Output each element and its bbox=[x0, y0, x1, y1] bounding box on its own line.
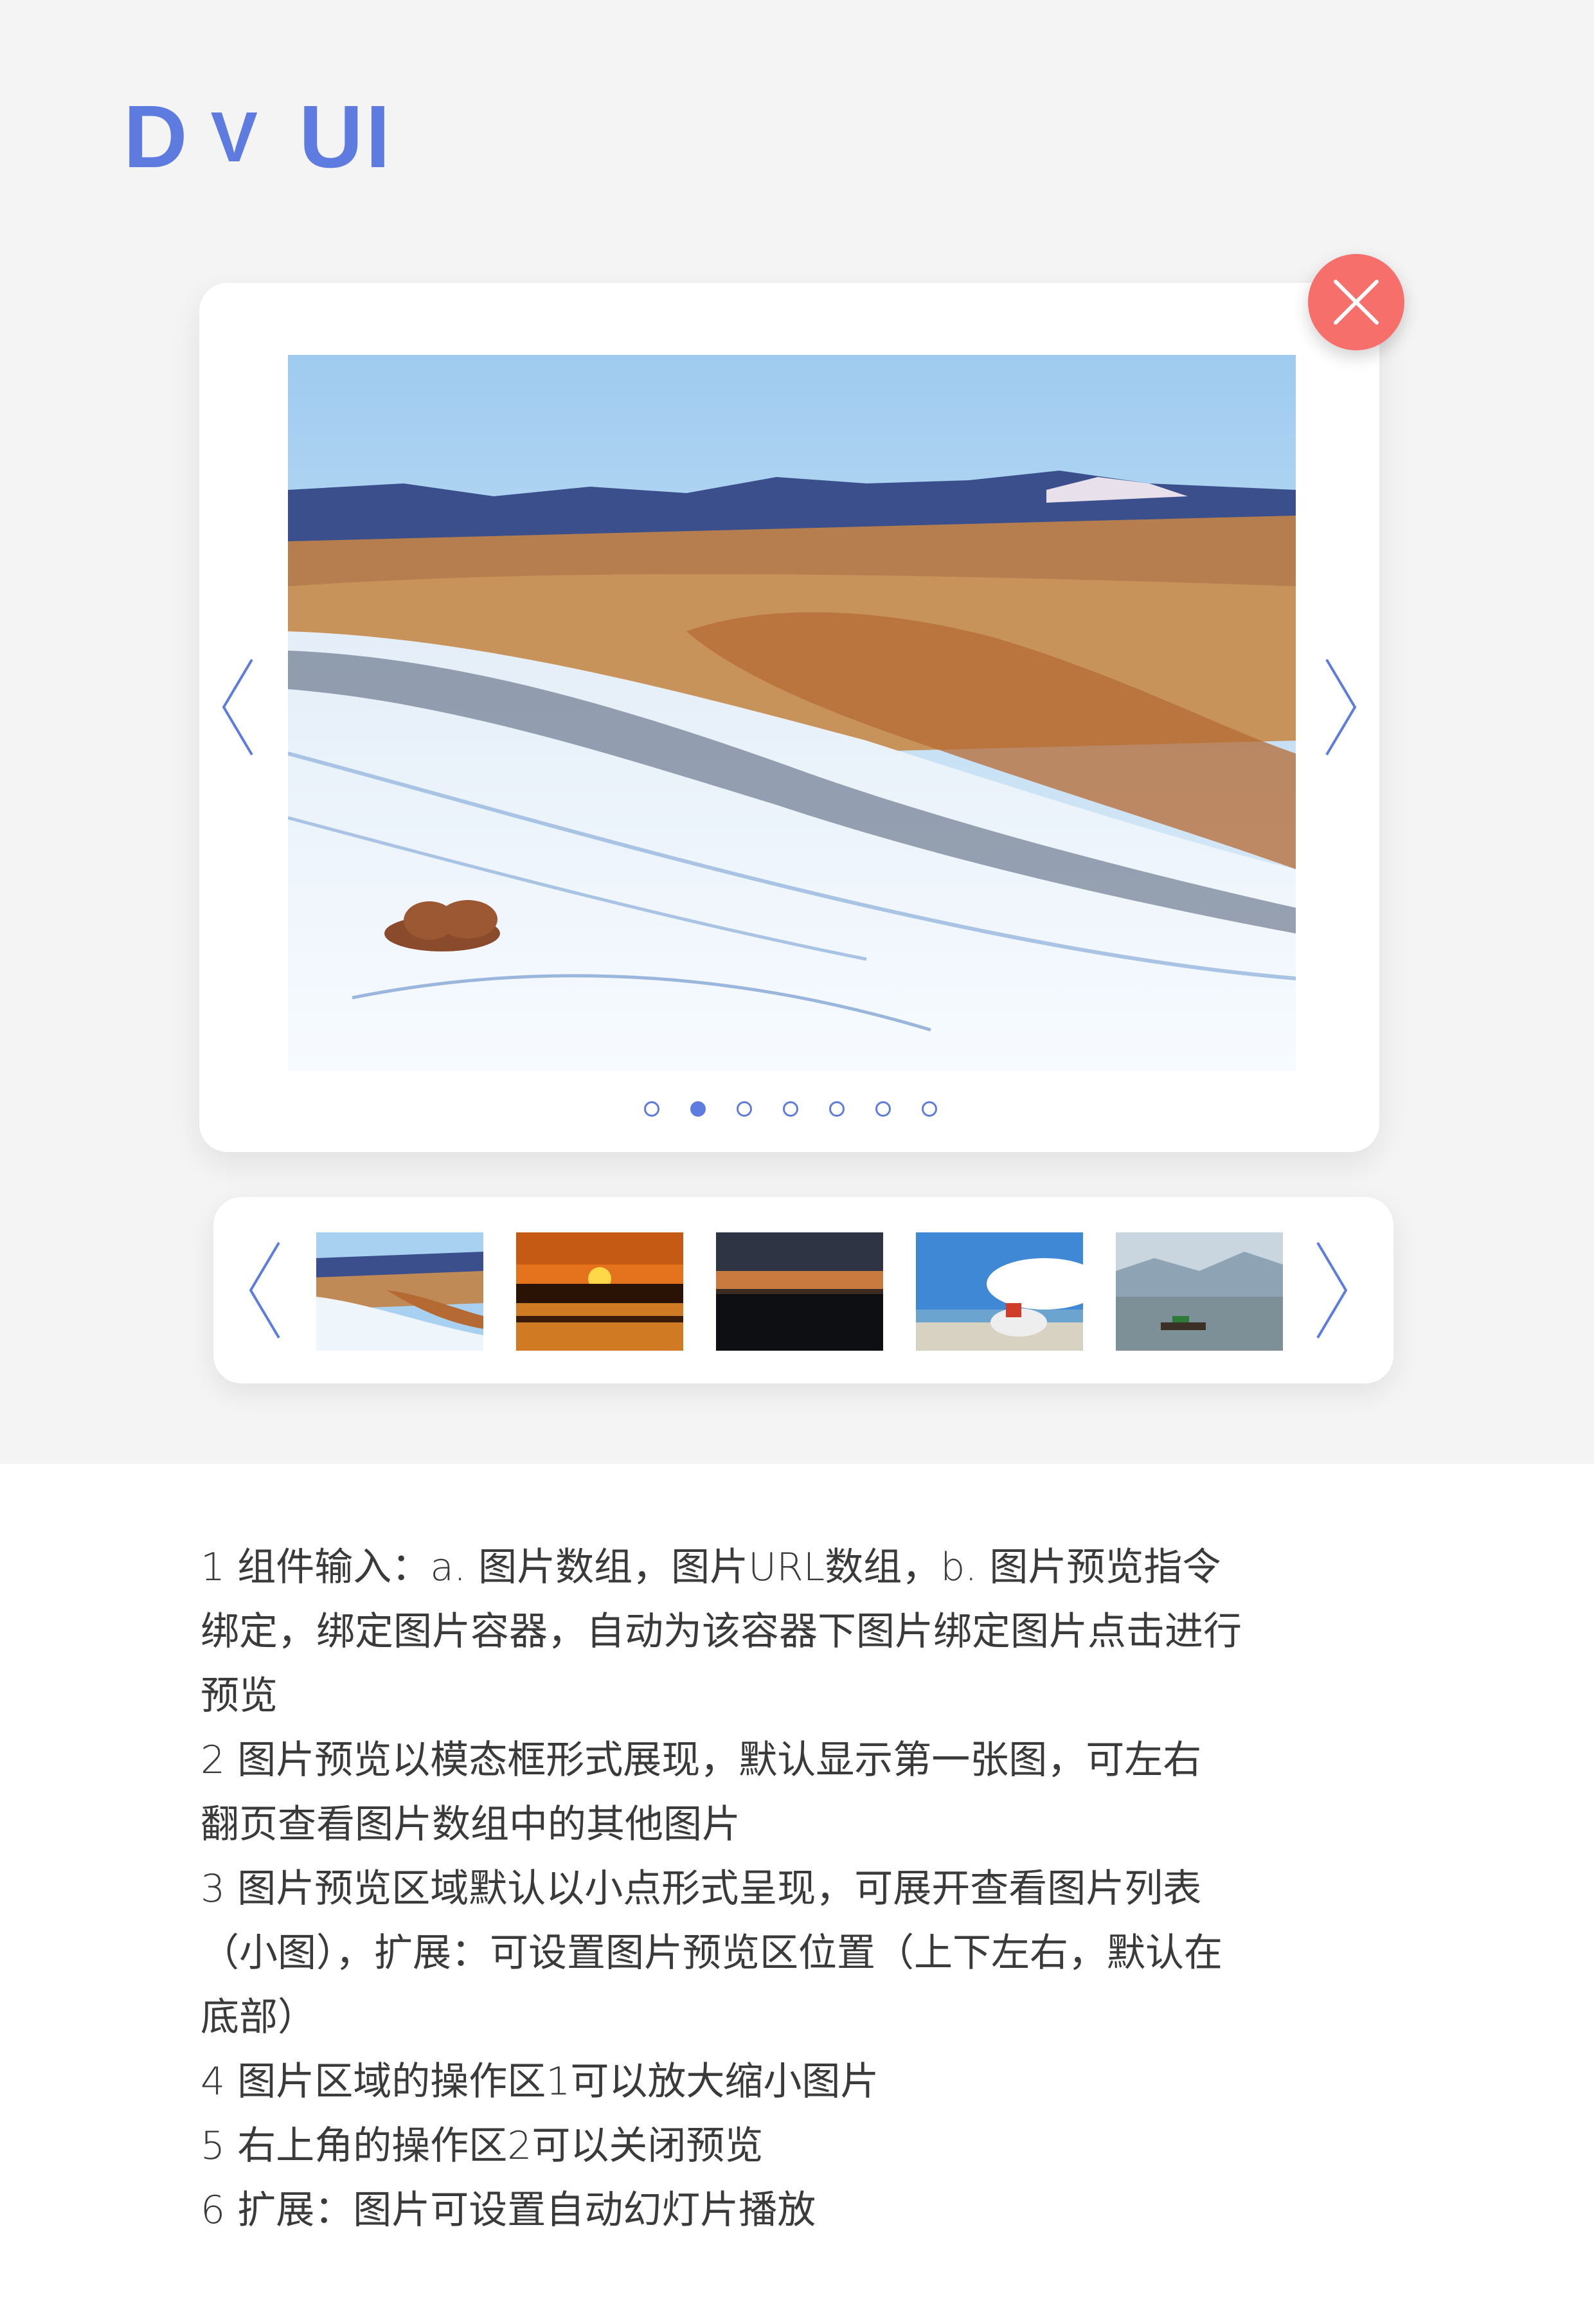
showcase-area: D V UI bbox=[0, 0, 1594, 1464]
thumbnail-strip bbox=[213, 1197, 1393, 1383]
pagination-dot-5[interactable] bbox=[829, 1101, 845, 1117]
logo-letter-d: D bbox=[123, 87, 190, 186]
thumbnail-lake-image bbox=[1116, 1232, 1283, 1351]
image-preview-modal bbox=[199, 283, 1379, 1152]
logo-letter-v: V bbox=[210, 97, 261, 177]
pagination-dot-3[interactable] bbox=[737, 1101, 752, 1117]
description-line: 1 组件输入：a. 图片数组，图片URL数组，b. 图片预览指令 bbox=[201, 1545, 1221, 1590]
chevron-left-icon bbox=[249, 1241, 280, 1339]
logo-letters-ui: UI bbox=[299, 87, 393, 186]
chevron-right-icon bbox=[1325, 658, 1357, 756]
thumbnail-prev-button[interactable] bbox=[239, 1229, 291, 1351]
thumbnail-yak[interactable] bbox=[916, 1232, 1083, 1351]
description-line: 翻页查看图片数组中的其他图片 bbox=[201, 1802, 740, 1847]
pagination-dot-4[interactable] bbox=[783, 1101, 798, 1117]
pagination-dot-1[interactable] bbox=[644, 1101, 659, 1117]
description-line: 6 扩展：图片可设置自动幻灯片播放 bbox=[201, 2188, 816, 2233]
description-line: （小图），扩展：可设置图片预览区位置（上下左右，默认在 bbox=[201, 1931, 1222, 1976]
thumbnail-sunset[interactable] bbox=[516, 1232, 683, 1351]
thumbnail-yak-image bbox=[916, 1232, 1083, 1351]
chevron-right-icon bbox=[1316, 1241, 1348, 1339]
chevron-left-icon bbox=[222, 658, 253, 756]
prev-image-button[interactable] bbox=[212, 649, 264, 765]
pagination-dot-7[interactable] bbox=[922, 1101, 937, 1117]
thumbnail-sunset-image bbox=[516, 1232, 683, 1351]
close-preview-button[interactable] bbox=[1308, 254, 1404, 350]
description-line: 3 图片预览区域默认以小点形式呈现，可展开查看图片列表 bbox=[201, 1866, 1202, 1911]
next-image-button[interactable] bbox=[1315, 649, 1366, 765]
preview-image[interactable] bbox=[288, 355, 1296, 1071]
feature-description: 1 组件输入：a. 图片数组，图片URL数组，b. 图片预览指令 绑定，绑定图片… bbox=[201, 1535, 1396, 2242]
thumbnail-dusk[interactable] bbox=[716, 1232, 883, 1351]
description-line: 预览 bbox=[201, 1673, 278, 1718]
pagination-dot-2[interactable] bbox=[690, 1101, 706, 1117]
description-line: 5 右上角的操作区2可以关闭预览 bbox=[201, 2123, 764, 2168]
thumbnail-lake[interactable] bbox=[1116, 1232, 1283, 1351]
pagination-dots bbox=[0, 1101, 1581, 1117]
description-line: 4 图片区域的操作区1可以放大缩小图片 bbox=[201, 2059, 879, 2104]
pagination-dot-6[interactable] bbox=[875, 1101, 891, 1117]
description-line: 绑定，绑定图片容器，自动为该容器下图片绑定图片点击进行 bbox=[201, 1609, 1242, 1654]
close-icon bbox=[1334, 280, 1379, 325]
description-line: 底部） bbox=[201, 1995, 316, 2040]
thumbnail-dusk-image bbox=[716, 1232, 883, 1351]
devui-logo: D V UI bbox=[123, 87, 393, 186]
snow-landscape-image bbox=[288, 355, 1296, 1071]
thumbnail-next-button[interactable] bbox=[1306, 1229, 1357, 1351]
thumbnail-snow-image bbox=[316, 1232, 483, 1351]
description-line: 2 图片预览以模态框形式展现，默认显示第一张图，可左右 bbox=[201, 1738, 1202, 1783]
thumbnail-snow[interactable] bbox=[316, 1232, 483, 1351]
